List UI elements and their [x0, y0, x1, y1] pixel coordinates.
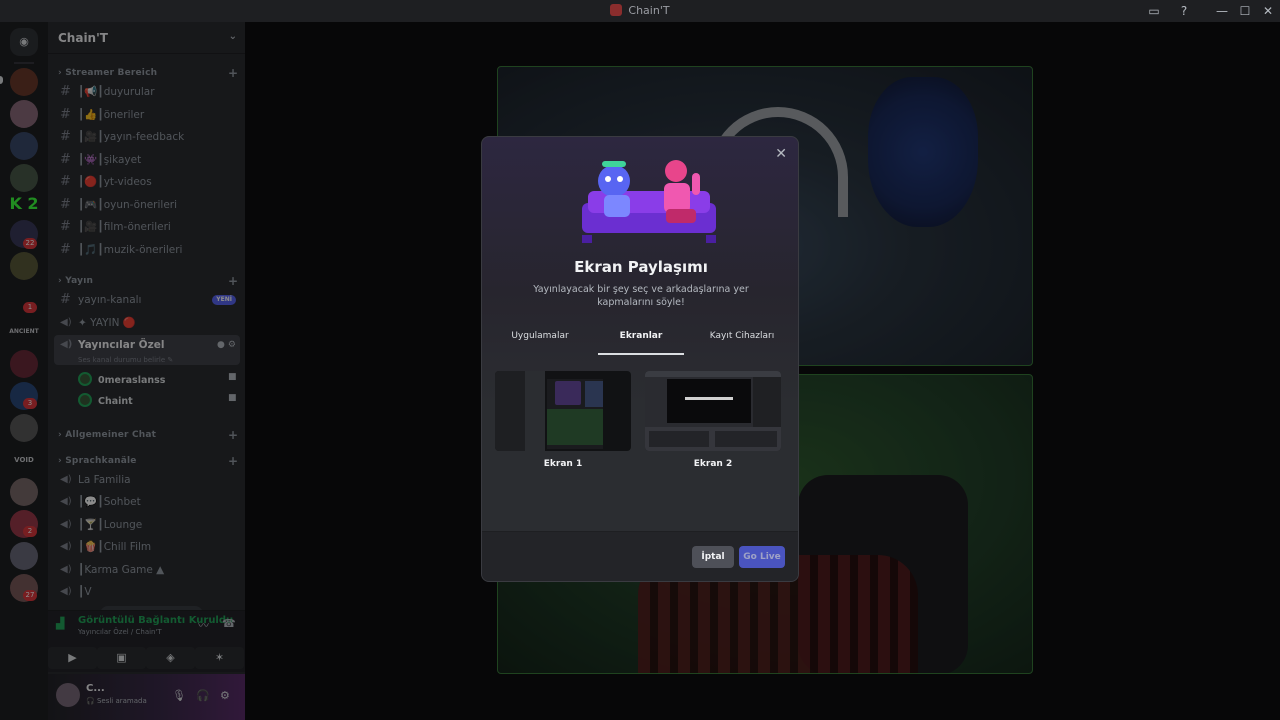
title-bar: Chain'T ▭ ? — ☐ ✕ [0, 0, 1280, 22]
minimize-button[interactable]: — [1214, 3, 1230, 19]
inbox-icon[interactable]: ▭ [1146, 3, 1162, 19]
window-title-text: Chain'T [628, 4, 670, 17]
screen-label-2: Ekran 2 [693, 459, 733, 469]
share-tabs: Uygulamalar Ekranlar Kayıt Cihazları [482, 329, 798, 355]
screen-share-modal: ✕ Ekran Paylaşımı Yayınlayacak bir şey s… [481, 136, 799, 582]
tab-capture-devices[interactable]: Kayıt Cihazları [706, 329, 778, 355]
screen-label-1: Ekran 1 [543, 459, 583, 469]
close-window-button[interactable]: ✕ [1260, 3, 1276, 19]
close-icon[interactable]: ✕ [775, 146, 787, 162]
screen-thumbnail-2[interactable] [645, 371, 781, 451]
tab-screens[interactable]: Ekranlar [598, 329, 684, 355]
app-logo-icon [610, 4, 623, 16]
maximize-button[interactable]: ☐ [1237, 3, 1253, 19]
window-title: Chain'T [0, 4, 1280, 17]
modal-description: Yayınlayacak bir şey seç ve arkadaşların… [533, 284, 749, 308]
help-icon[interactable]: ? [1176, 3, 1192, 19]
hero-illustration [582, 160, 716, 243]
screen-thumbnail-1[interactable] [495, 371, 631, 451]
modal-footer: İptal Go Live [482, 531, 798, 581]
cancel-button[interactable]: İptal [692, 546, 734, 568]
screen-preview-2 [645, 371, 781, 451]
modal-title: Ekran Paylaşımı [574, 258, 708, 276]
tab-applications[interactable]: Uygulamalar [504, 329, 576, 355]
screen-preview-1 [495, 371, 603, 451]
go-live-button[interactable]: Go Live [739, 546, 785, 568]
